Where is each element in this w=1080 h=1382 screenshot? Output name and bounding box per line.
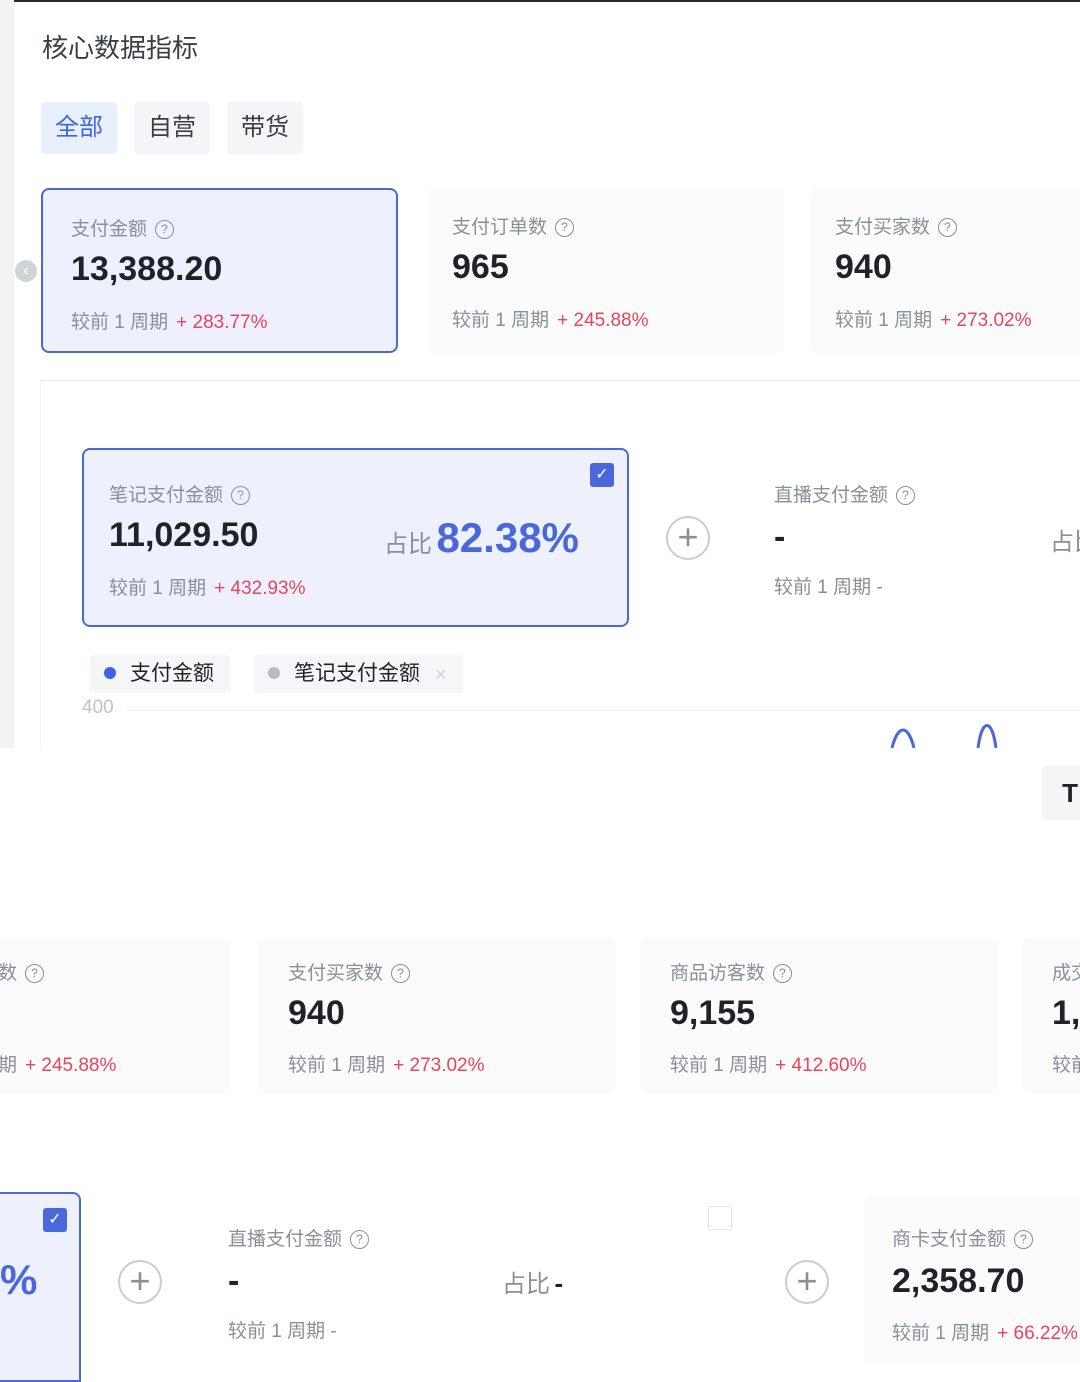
metric-value: 1, xyxy=(1052,994,1080,1032)
metric-compare: 较前 1 周期 - xyxy=(774,577,883,598)
legend-item-payment-amount[interactable]: 支付金额 xyxy=(90,655,230,693)
metric-label: 商品访客数? xyxy=(670,958,793,985)
share-value: 82.38% xyxy=(436,514,579,561)
add-metric-button[interactable]: + xyxy=(785,1260,829,1304)
help-icon[interactable]: ? xyxy=(896,486,916,505)
metric-label: 直播支付金额? xyxy=(228,1224,370,1251)
metric-card-product-visitors[interactable]: 商品访客数? 9,155 较前 1 周期 + 412.60% xyxy=(640,938,998,1093)
metric-value: 965 xyxy=(452,248,509,286)
help-icon[interactable]: ? xyxy=(231,486,251,505)
chart-gridline xyxy=(126,710,1080,711)
metric-value: - xyxy=(228,1262,240,1300)
metric-card-conversion-partial[interactable]: 成交 1, 较前 xyxy=(1022,938,1080,1093)
metric-label: 数? xyxy=(0,958,45,985)
metric-card-buyer-count[interactable]: 支付买家数? 940 较前 1 周期 + 273.02% xyxy=(258,938,616,1093)
y-axis-tick: 400 xyxy=(82,697,114,718)
metric-card-order-count[interactable]: 支付订单数? 965 较前 1 周期 + 245.88% xyxy=(428,188,783,353)
metric-compare: 较前 1 周期 + 245.88% xyxy=(452,310,649,331)
metric-compare: 较前 1 周期 + 412.60% xyxy=(670,1055,867,1076)
metric-value: 940 xyxy=(288,994,345,1032)
share-label: 占比 xyxy=(1050,529,1080,556)
share-block: 占比 82.38% xyxy=(384,514,579,562)
legend-dot xyxy=(268,667,280,679)
metric-compare: 较前 1 周期 + 273.02% xyxy=(288,1055,485,1076)
top-panel: 核心数据指标 全部 自营 带货 ‹ 支付金额? 13,388.20 较前 1 周… xyxy=(0,0,1080,749)
metric-compare: 较前 xyxy=(1052,1055,1080,1076)
section-title: 核心数据指标 xyxy=(42,33,199,63)
help-icon[interactable]: ? xyxy=(155,220,175,239)
metric-value: 940 xyxy=(835,248,892,286)
checkbox-checked[interactable]: ✓ xyxy=(590,463,614,487)
metric-compare: 较前 1 周期 - xyxy=(228,1321,337,1342)
metric-compare: 期 + 245.88% xyxy=(0,1055,117,1076)
tab-self-operated[interactable]: 自营 xyxy=(134,102,210,154)
sub-card-live-payment[interactable]: 直播支付金额? - 较前 1 周期 - 占比 - xyxy=(228,1224,628,1349)
legend-dot xyxy=(104,667,116,679)
metric-label: 支付金额? xyxy=(71,214,175,241)
tab-affiliate[interactable]: 带货 xyxy=(227,102,303,154)
metric-value: 13,388.20 xyxy=(71,250,223,288)
share-value: - xyxy=(554,1268,564,1298)
prev-arrow-icon[interactable]: ‹ xyxy=(15,260,37,282)
metric-card-payment-amount[interactable]: 支付金额? 13,388.20 较前 1 周期 + 283.77% xyxy=(41,188,398,353)
change-up: + 283.77% xyxy=(176,312,268,333)
help-icon[interactable]: ? xyxy=(391,964,411,983)
metric-compare: 较前 1 周期 + 283.77% xyxy=(71,312,268,333)
change-up: + 432.93% xyxy=(214,578,306,599)
metric-card-order-count-partial[interactable]: 数? 期 + 245.88% xyxy=(0,938,230,1093)
help-icon[interactable]: ? xyxy=(773,964,793,983)
share-value: % xyxy=(0,1256,38,1303)
metric-value: 2,358.70 xyxy=(892,1262,1025,1300)
help-icon[interactable]: ? xyxy=(555,218,575,237)
change-up: + 273.02% xyxy=(940,310,1032,331)
metric-label: 直播支付金额? xyxy=(774,480,916,507)
change-up: + 245.88% xyxy=(557,310,649,331)
sub-card-live-payment[interactable]: 直播支付金额? - 较前 1 周期 - 占比 xyxy=(774,480,1080,610)
metric-compare: 较前 1 周期 + 66.22% xyxy=(892,1323,1078,1344)
metric-label: 成交 xyxy=(1052,963,1080,984)
help-icon[interactable]: ? xyxy=(938,218,958,237)
share-block: 占比 - xyxy=(502,1264,563,1299)
metric-label: 支付买家数? xyxy=(835,212,958,239)
metric-label: 支付订单数? xyxy=(452,212,575,239)
metric-compare: 较前 1 周期 + 273.02% xyxy=(835,310,1032,331)
sub-card-notes-payment-partial[interactable]: % ✓ xyxy=(0,1192,81,1382)
close-icon[interactable]: ✕ xyxy=(434,667,447,684)
line-peak xyxy=(976,724,998,748)
metric-label: 商卡支付金额? xyxy=(892,1224,1034,1251)
help-icon[interactable]: ? xyxy=(350,1230,370,1249)
chart-line xyxy=(890,724,998,748)
add-metric-button[interactable]: + xyxy=(118,1260,162,1304)
share-label: 占比 xyxy=(384,531,432,558)
left-rail xyxy=(0,0,14,748)
add-metric-button[interactable]: + xyxy=(666,516,710,560)
side-stub[interactable]: T xyxy=(1042,766,1080,820)
sub-card-notes-payment[interactable]: 笔记支付金额? 11,029.50 较前 1 周期 + 432.93% 占比 82… xyxy=(82,448,629,627)
top-border xyxy=(0,0,1080,2)
metric-compare: 较前 1 周期 + 432.93% xyxy=(109,578,306,599)
share-label: 占比 xyxy=(502,1271,550,1298)
checkbox-unchecked[interactable] xyxy=(708,1206,732,1230)
tab-all[interactable]: 全部 xyxy=(41,102,117,154)
metric-card-buyer-count[interactable]: 支付买家数? 940 较前 1 周期 + 273.02% xyxy=(810,188,1080,353)
help-icon[interactable]: ? xyxy=(25,964,45,983)
metric-value: 11,029.50 xyxy=(109,516,259,554)
metric-label: 支付买家数? xyxy=(288,958,411,985)
metric-value: 9,155 xyxy=(670,994,756,1032)
checkbox-checked[interactable]: ✓ xyxy=(43,1208,67,1232)
metric-label: 笔记支付金额? xyxy=(109,480,251,507)
line-peak xyxy=(890,728,916,748)
help-icon[interactable]: ? xyxy=(1014,1230,1034,1249)
sub-card-product-card-payment[interactable]: 商卡支付金额? 2,358.70 较前 1 周期 + 66.22% xyxy=(864,1196,1080,1364)
legend-item-notes-payment[interactable]: 笔记支付金额 ✕ xyxy=(254,655,464,693)
metric-value: - xyxy=(774,518,786,556)
